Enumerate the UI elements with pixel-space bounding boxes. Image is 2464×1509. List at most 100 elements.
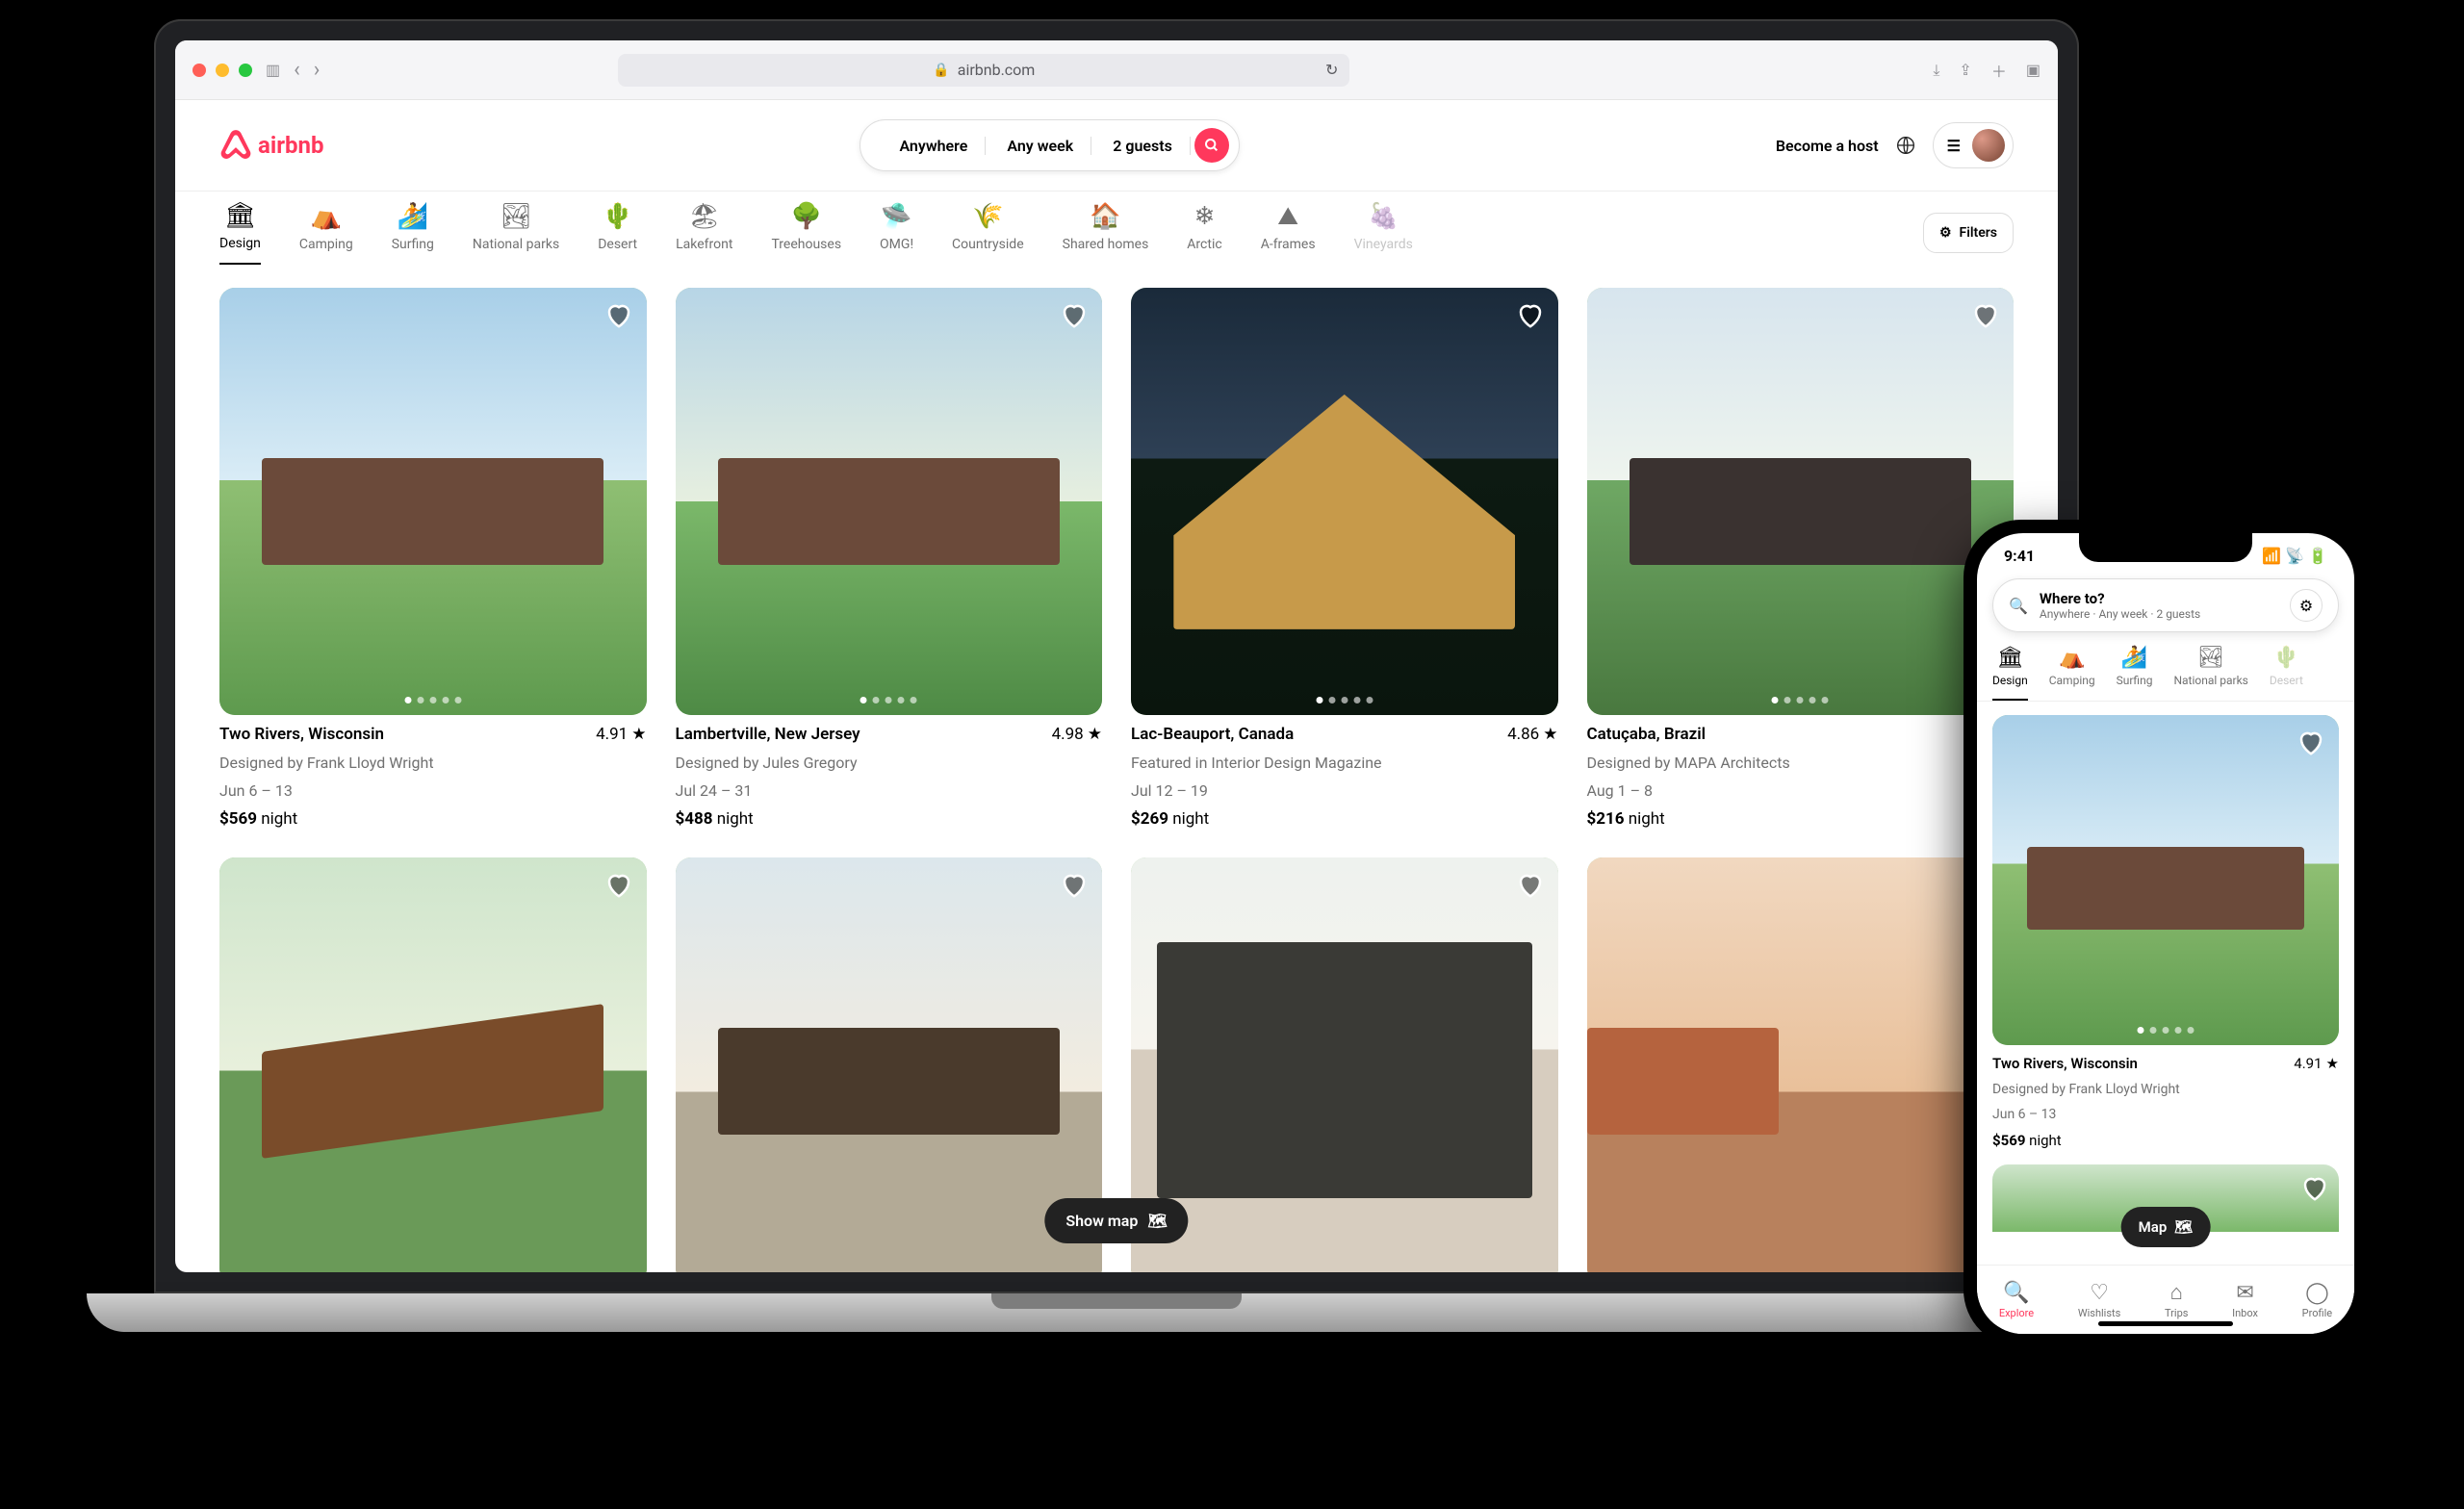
listing-card[interactable]: [1587, 857, 2015, 1273]
airbnb-logo[interactable]: airbnb: [219, 129, 323, 162]
listing-image[interactable]: [219, 288, 647, 715]
wishlist-heart-icon[interactable]: [2297, 729, 2325, 757]
maximize-window-icon[interactable]: [239, 64, 252, 77]
search-button[interactable]: [1194, 128, 1229, 163]
listing-card[interactable]: Lambertville, New Jersey4.98 ★ Designed …: [676, 288, 1103, 829]
avatar: [1972, 129, 2005, 162]
listing-card[interactable]: [676, 857, 1103, 1273]
wishlist-heart-icon[interactable]: [1060, 871, 1089, 900]
url-text: airbnb.com: [958, 61, 1036, 79]
listing-title: Lambertville, New Jersey: [676, 725, 860, 744]
category-surfing[interactable]: 🏄Surfing: [392, 202, 434, 264]
category-desert[interactable]: 🌵Desert: [598, 202, 637, 264]
category-national-parks[interactable]: 🏞National parks: [473, 202, 559, 264]
new-tab-icon[interactable]: ＋: [1991, 59, 2007, 82]
home-indicator[interactable]: [2098, 1321, 2233, 1326]
wishlist-heart-icon[interactable]: [1516, 871, 1545, 900]
phone-map-button[interactable]: Map🗺: [2121, 1207, 2211, 1247]
listing-dates: Jul 24 – 31: [676, 781, 1103, 800]
category-vineyards[interactable]: 🍇Vineyards: [1354, 202, 1413, 264]
category-surfing[interactable]: 🏄Surfing: [2117, 646, 2153, 701]
tab-explore[interactable]: 🔍Explore: [1999, 1281, 2034, 1319]
category-camping[interactable]: ⛺Camping: [299, 202, 353, 264]
listing-image[interactable]: [1992, 715, 2339, 1045]
airbnb-logo-icon: [219, 129, 252, 162]
listing-card[interactable]: [219, 857, 647, 1273]
wishlist-heart-icon[interactable]: [604, 301, 633, 330]
category-arctic[interactable]: ❄Arctic: [1187, 202, 1221, 264]
listing-subtitle: Featured in Interior Design Magazine: [1131, 754, 1558, 772]
listing-card[interactable]: [1131, 857, 1558, 1273]
listing-image[interactable]: [676, 857, 1103, 1273]
listing-rating: 4.86 ★: [1507, 725, 1557, 744]
user-menu[interactable]: ☰: [1933, 122, 2014, 168]
search-when[interactable]: Any week: [989, 137, 1091, 155]
search-where[interactable]: Anywhere: [882, 137, 986, 155]
brand-text: airbnb: [258, 132, 323, 159]
become-host-link[interactable]: Become a host: [1776, 137, 1879, 155]
listing-image[interactable]: [1587, 288, 2015, 715]
tab-wishlists[interactable]: ♡Wishlists: [2078, 1281, 2120, 1319]
search-icon: 🔍: [2009, 597, 2028, 615]
listing-title: Two Rivers, Wisconsin: [219, 725, 384, 744]
listing-subtitle: Designed by Jules Gregory: [676, 754, 1103, 772]
camping-icon: ⛺: [311, 202, 342, 229]
phone-filter-button[interactable]: ⚙: [2290, 589, 2323, 622]
category-camping[interactable]: ⛺Camping: [2049, 646, 2095, 701]
listing-card[interactable]: Lac-Beauport, Canada4.86 ★ Featured in I…: [1131, 288, 1558, 829]
carousel-dots: [404, 697, 461, 703]
listing-dates: Jun 6 – 13: [1992, 1107, 2339, 1122]
filters-button[interactable]: ⚙ Filters: [1923, 213, 2014, 253]
listing-image[interactable]: [1587, 857, 2015, 1273]
close-window-icon[interactable]: [192, 64, 206, 77]
listing-image[interactable]: [219, 857, 647, 1273]
share-icon[interactable]: ⇪: [1959, 59, 1971, 82]
reload-icon[interactable]: ↻: [1325, 61, 1338, 79]
category-a-frames[interactable]: ⛰A-frames: [1261, 202, 1316, 264]
wishlist-heart-icon[interactable]: [2300, 1174, 2329, 1203]
wishlist-heart-icon[interactable]: [1060, 301, 1089, 330]
minimize-window-icon[interactable]: [216, 64, 229, 77]
category-shared-homes[interactable]: 🏠Shared homes: [1063, 202, 1149, 264]
listing-dates: Aug 1 – 8: [1587, 781, 2015, 800]
tab-trips[interactable]: ⌂Trips: [2165, 1280, 2188, 1319]
category-national-parks[interactable]: 🏞National parks: [2173, 646, 2247, 701]
globe-icon[interactable]: [1896, 136, 1915, 155]
phone-search-bar[interactable]: 🔍 Where to? Anywhere · Any week · 2 gues…: [1992, 578, 2339, 632]
listing-image[interactable]: [676, 288, 1103, 715]
tab-inbox[interactable]: ✉Inbox: [2232, 1281, 2258, 1319]
listing-image[interactable]: [1131, 857, 1558, 1273]
tabs-icon[interactable]: ▣: [2026, 59, 2040, 82]
listing-card[interactable]: Catuçaba, Brazil Designed by MAPA Archit…: [1587, 288, 2015, 829]
tab-profile[interactable]: ◯Profile: [2302, 1281, 2332, 1319]
forward-button[interactable]: ›: [314, 58, 321, 82]
address-bar[interactable]: 🔒 airbnb.com ↻: [618, 54, 1349, 87]
category-treehouses[interactable]: 🌳Treehouses: [771, 202, 841, 264]
wishlist-heart-icon[interactable]: [1971, 301, 2000, 330]
aframe-icon: ⛰: [1277, 202, 1298, 229]
listing-image[interactable]: [1131, 288, 1558, 715]
category-desert[interactable]: 🌵Desert: [2270, 646, 2303, 701]
sliders-icon: ⚙: [2299, 597, 2313, 615]
search-who[interactable]: 2 guests: [1095, 137, 1191, 155]
category-countryside[interactable]: 🌾Countryside: [952, 202, 1024, 264]
back-button[interactable]: ‹: [294, 58, 300, 82]
listing-title: Two Rivers, Wisconsin: [1992, 1055, 2138, 1072]
wishlist-heart-icon[interactable]: [1516, 301, 1545, 330]
listing-card[interactable]: Two Rivers, Wisconsin4.91 ★ Designed by …: [219, 288, 647, 829]
category-lakefront[interactable]: 🏖Lakefront: [676, 202, 732, 264]
lock-icon: 🔒: [933, 63, 949, 78]
wishlist-heart-icon[interactable]: [604, 871, 633, 900]
search-bar[interactable]: Anywhere Any week 2 guests: [860, 119, 1239, 171]
listing-card[interactable]: Two Rivers, Wisconsin4.91 ★ Designed by …: [1992, 715, 2339, 1149]
listing-price: $569 night: [1992, 1132, 2339, 1149]
filters-icon: ⚙: [1939, 225, 1952, 241]
show-map-button[interactable]: Show map 🗺: [1044, 1198, 1188, 1243]
category-omg[interactable]: 🛸OMG!: [880, 202, 913, 264]
arctic-icon: ❄: [1194, 202, 1216, 229]
category-design[interactable]: 🏛Design: [219, 201, 261, 265]
download-icon[interactable]: ⤓: [1933, 59, 1939, 82]
category-design[interactable]: 🏛Design: [1992, 646, 2028, 701]
inbox-icon: ✉: [2236, 1281, 2253, 1305]
sidebar-toggle-icon[interactable]: ▥: [266, 61, 280, 79]
